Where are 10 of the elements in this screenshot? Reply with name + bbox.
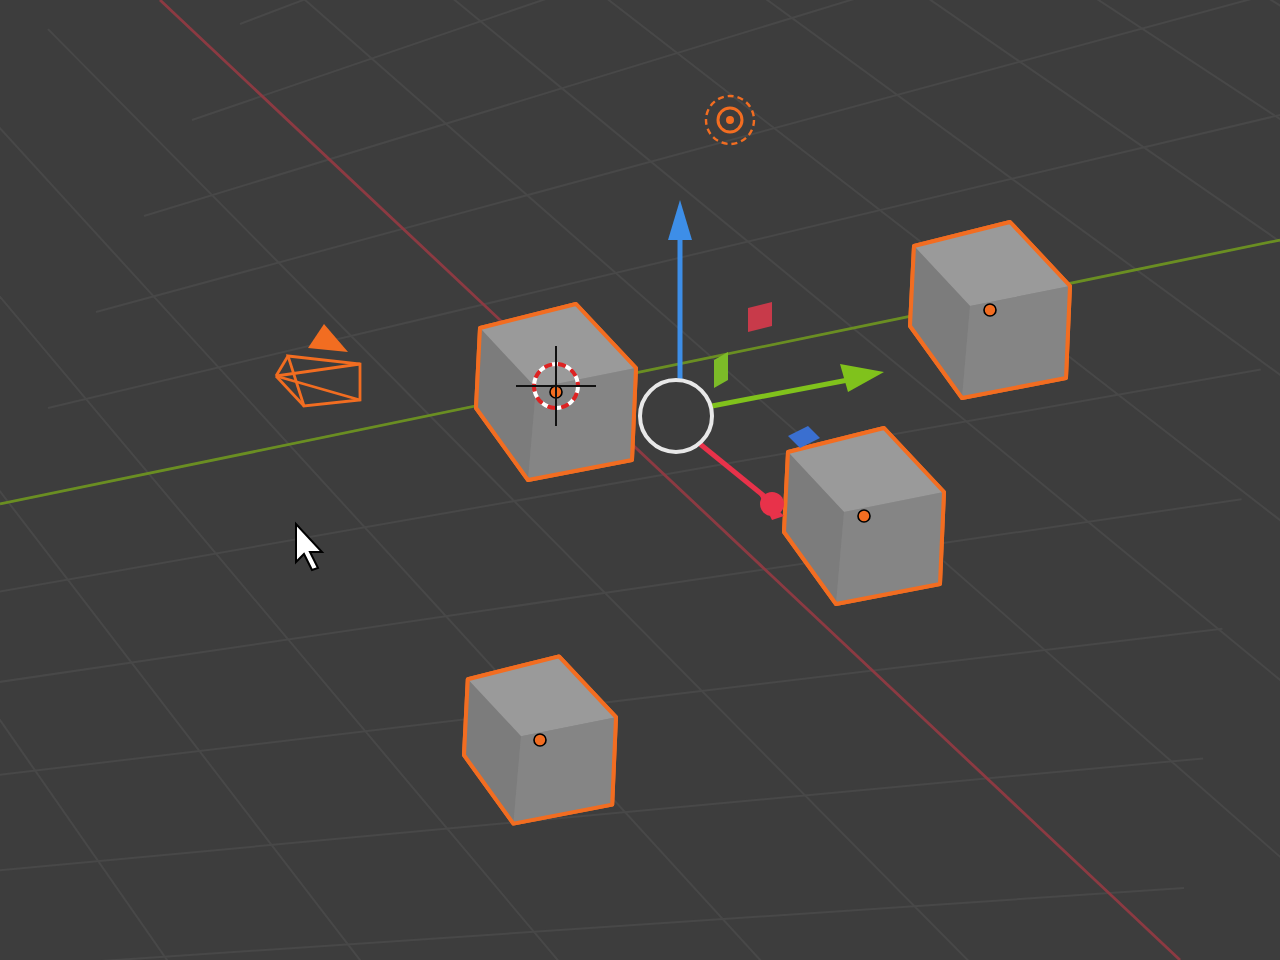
move-gizmo[interactable] bbox=[638, 200, 884, 520]
light-icon[interactable] bbox=[704, 94, 756, 146]
cube[interactable] bbox=[474, 302, 638, 482]
cube[interactable] bbox=[462, 654, 618, 826]
camera-icon[interactable] bbox=[274, 324, 362, 408]
cube[interactable] bbox=[782, 426, 946, 606]
3d-cursor-icon bbox=[515, 345, 597, 427]
cube[interactable] bbox=[908, 220, 1072, 400]
mouse-pointer-icon bbox=[295, 521, 325, 572]
viewport-background[interactable] bbox=[0, 0, 1280, 960]
